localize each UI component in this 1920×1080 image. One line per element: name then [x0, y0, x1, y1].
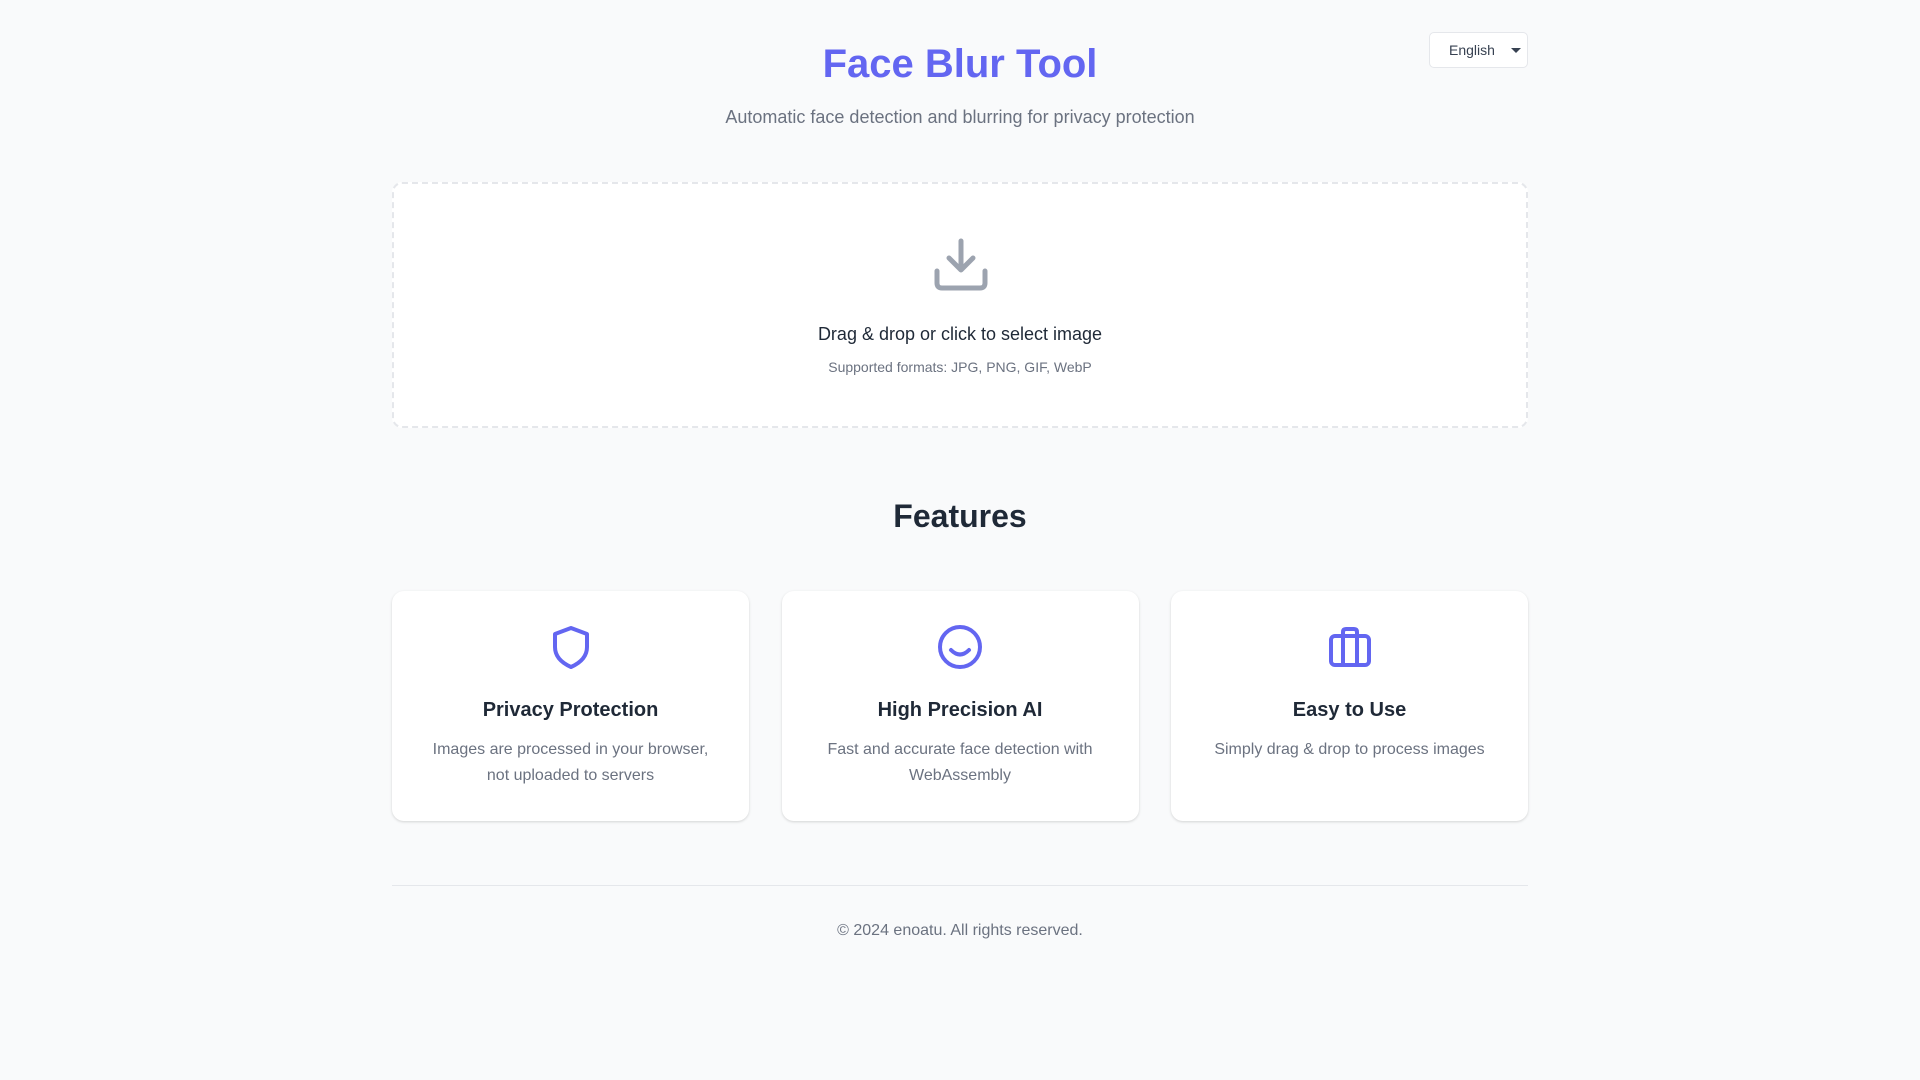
- features-list: Privacy Protection Images are processed …: [392, 591, 1528, 821]
- feature-title: Easy to Use: [1292, 699, 1407, 721]
- feature-description: Simply drag & drop to process images: [1214, 741, 1485, 758]
- footer-divider: [392, 885, 1528, 886]
- feature-title: High Precision AI: [877, 699, 1043, 721]
- feature-card-precision: High Precision AI Fast and accurate face…: [781, 591, 1139, 821]
- briefcase-icon: [1328, 627, 1371, 667]
- feature-title: Privacy Protection: [482, 699, 659, 721]
- upload-prompt: Drag & drop or click to select image: [817, 324, 1103, 344]
- main-container: Face Blur Tool Automatic face detection …: [392, 0, 1528, 939]
- language-select-value: English: [1449, 42, 1495, 58]
- chevron-down-icon: [1511, 48, 1521, 53]
- feature-description: Fast and accurate face detection with We…: [827, 741, 1093, 784]
- feature-card-ease: Easy to Use Simply drag & drop to proces…: [1171, 591, 1528, 821]
- download-tray-icon: [934, 238, 988, 291]
- page: Face Blur Tool Automatic face detection …: [0, 0, 1920, 1080]
- page-header: Face Blur Tool Automatic face detection …: [392, 0, 1528, 129]
- page-subtitle: Automatic face detection and blurring fo…: [725, 107, 1195, 127]
- shield-icon: [552, 626, 589, 669]
- upload-formats-hint: Supported formats: JPG, PNG, GIF, WebP: [828, 359, 1092, 375]
- features-heading: Features: [893, 498, 1027, 534]
- feature-description: Images are processed in your browser, no…: [432, 741, 709, 784]
- footer-copyright: © 2024 enoatu. All rights reserved.: [837, 922, 1083, 939]
- upload-dropzone[interactable]: Drag & drop or click to select image Sup…: [392, 182, 1528, 428]
- feature-card-privacy: Privacy Protection Images are processed …: [392, 591, 749, 821]
- language-select[interactable]: English: [1429, 32, 1528, 68]
- page-title: Face Blur Tool: [822, 42, 1098, 86]
- smiley-face-icon: [938, 625, 982, 669]
